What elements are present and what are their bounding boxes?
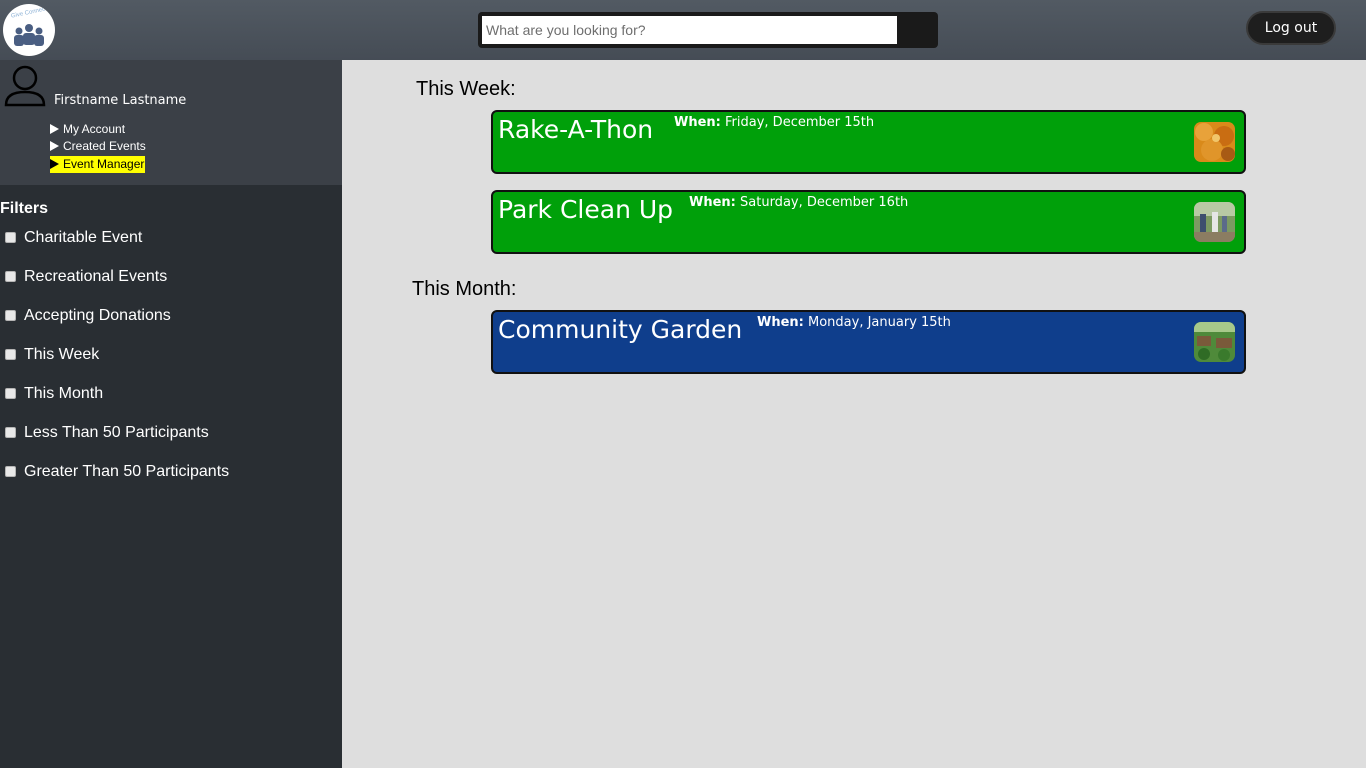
garden-photo [1194, 322, 1235, 362]
filter-checkbox[interactable] [5, 310, 16, 321]
event-card[interactable]: Community Garden When: Monday, January 1… [491, 310, 1246, 374]
profile-panel: Firstname Lastname My Account Created Ev… [0, 60, 342, 185]
filter-greater-than-50: Greater Than 50 Participants [0, 463, 340, 502]
filter-label[interactable]: This Month [24, 385, 103, 403]
event-when: When: Saturday, December 16th [689, 195, 908, 210]
event-manager-label: Event Manager [63, 157, 145, 171]
filter-this-month: This Month [0, 385, 340, 424]
people-group-icon [14, 24, 44, 46]
user-name: Firstname Lastname [54, 93, 187, 108]
created-events-link[interactable]: Created Events [50, 138, 146, 155]
event-when: When: Friday, December 15th [674, 115, 874, 130]
filter-checkbox[interactable] [5, 271, 16, 282]
filter-checkbox[interactable] [5, 466, 16, 477]
filter-label[interactable]: Recreational Events [24, 268, 167, 286]
filter-label[interactable]: Greater Than 50 Participants [24, 463, 229, 481]
filter-checkbox[interactable] [5, 349, 16, 360]
app-logo[interactable]: Give Connect [3, 4, 55, 56]
park-cleanup-photo [1194, 202, 1235, 242]
filter-list: Charitable Event Recreational Events Acc… [0, 229, 340, 502]
event-manager-link[interactable]: Event Manager [50, 156, 146, 173]
filter-less-than-50: Less Than 50 Participants [0, 424, 340, 463]
sidebar: Firstname Lastname My Account Created Ev… [0, 60, 342, 768]
created-events-label: Created Events [63, 139, 146, 153]
filter-charitable-event: Charitable Event [0, 229, 340, 268]
event-when: When: Monday, January 15th [757, 315, 951, 330]
logout-button[interactable]: Log out [1246, 11, 1336, 45]
filter-accepting-donations: Accepting Donations [0, 307, 340, 346]
logo-text: Give Connect [10, 6, 48, 20]
triangle-right-icon [50, 124, 59, 134]
triangle-right-icon [50, 141, 59, 151]
this-month-heading: This Month: [412, 278, 517, 300]
filter-label[interactable]: This Week [24, 346, 99, 364]
filter-label[interactable]: Less Than 50 Participants [24, 424, 209, 442]
event-name: Rake-A-Thon [498, 115, 654, 144]
event-date: Friday, December 15th [725, 115, 875, 130]
top-bar: Give Connect Log out [0, 0, 1366, 60]
event-name: Community Garden [498, 315, 743, 344]
event-card[interactable]: Park Clean Up When: Saturday, December 1… [491, 190, 1246, 254]
filters-title: Filters [0, 200, 49, 217]
filter-label[interactable]: Charitable Event [24, 229, 142, 247]
search-button[interactable] [900, 16, 934, 44]
when-label: When: [674, 115, 721, 130]
filter-checkbox[interactable] [5, 232, 16, 243]
event-name: Park Clean Up [498, 195, 674, 224]
when-label: When: [757, 315, 804, 330]
filter-checkbox[interactable] [5, 427, 16, 438]
event-card[interactable]: Rake-A-Thon When: Friday, December 15th [491, 110, 1246, 174]
when-label: When: [689, 195, 736, 210]
triangle-right-icon [50, 159, 59, 169]
user-avatar-icon [4, 65, 46, 107]
filter-recreational-events: Recreational Events [0, 268, 340, 307]
event-date: Monday, January 15th [808, 315, 951, 330]
search-bar [478, 12, 938, 48]
this-week-heading: This Week: [416, 78, 516, 100]
autumn-leaves-photo [1194, 122, 1235, 162]
filter-this-week: This Week [0, 346, 340, 385]
event-date: Saturday, December 16th [740, 195, 909, 210]
my-account-label: My Account [63, 122, 126, 136]
search-input[interactable] [482, 16, 897, 44]
filter-checkbox[interactable] [5, 388, 16, 399]
filter-label[interactable]: Accepting Donations [24, 307, 171, 325]
account-links: My Account Created Events Event Manager [50, 121, 146, 173]
my-account-link[interactable]: My Account [50, 121, 146, 138]
